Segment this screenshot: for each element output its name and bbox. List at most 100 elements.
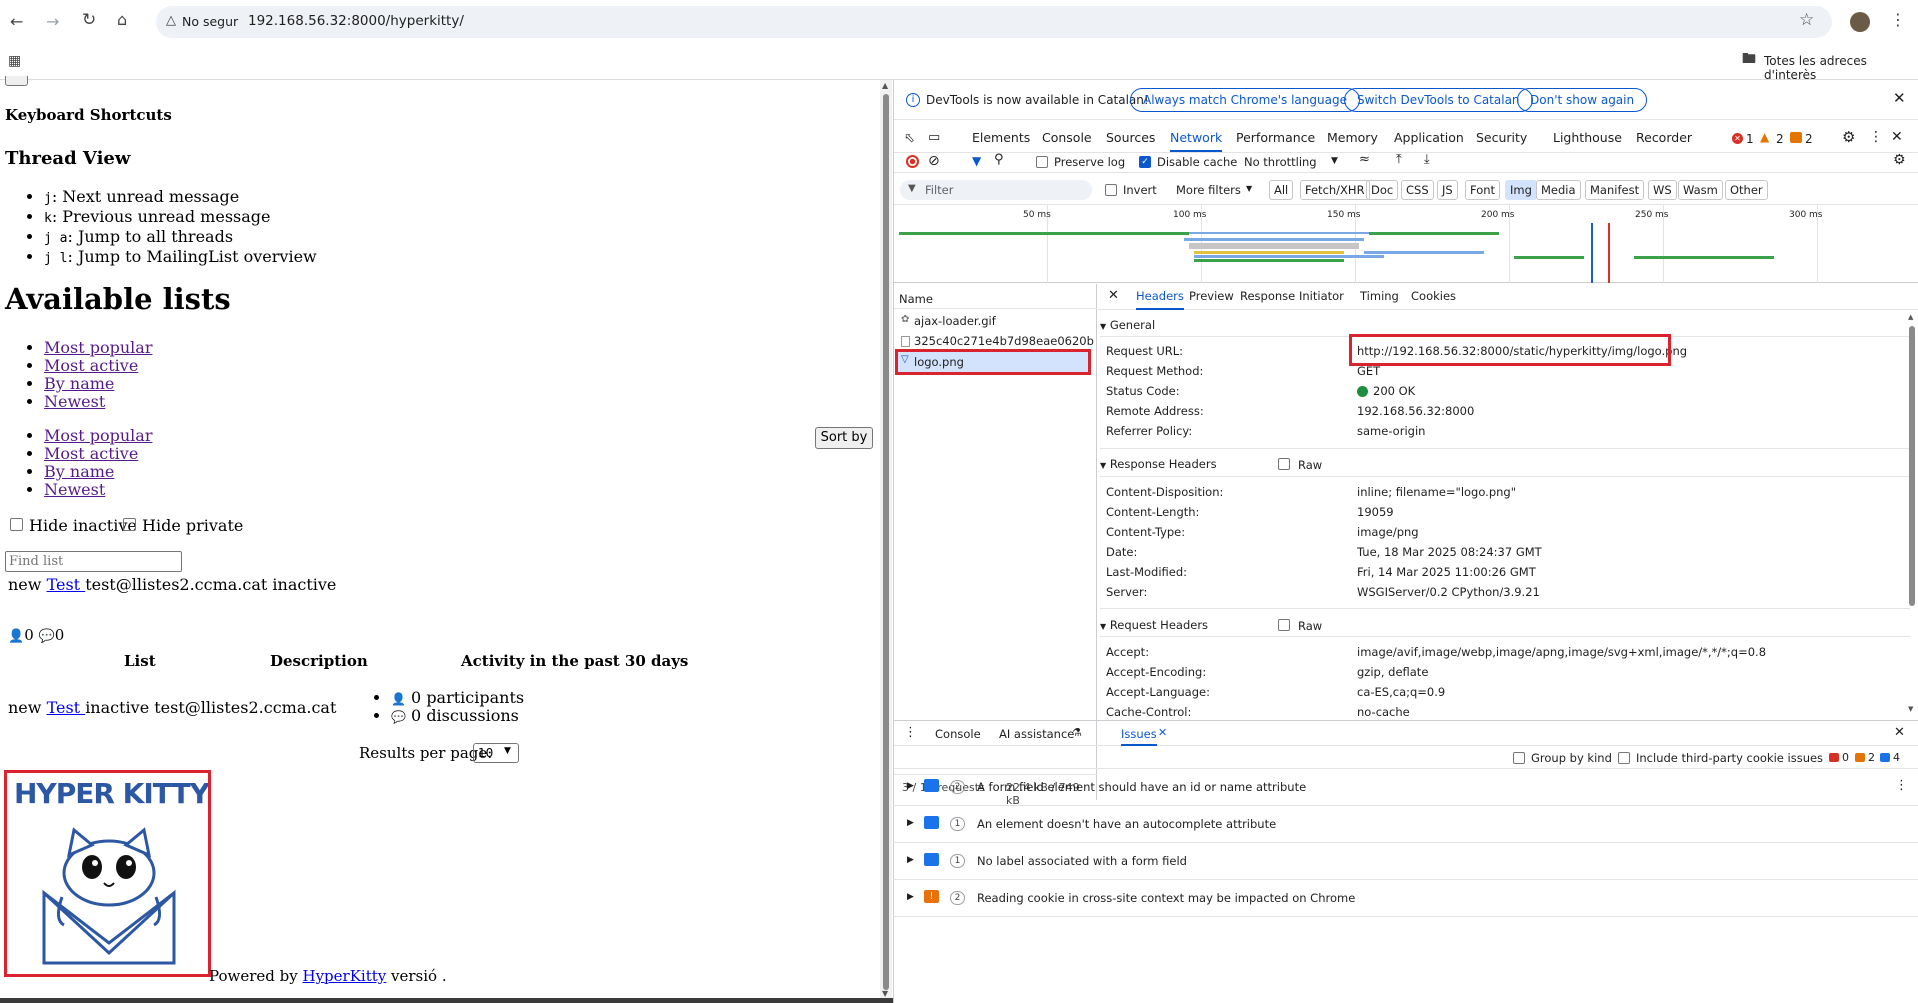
- filter-input[interactable]: ▼ Filter: [900, 180, 1092, 200]
- close-drawer-icon[interactable]: ✕: [1894, 726, 1905, 739]
- search-icon[interactable]: ⚲: [994, 153, 1004, 166]
- status-code-value[interactable]: 200 OK: [1373, 384, 1415, 398]
- group-by-kind-checkbox[interactable]: [1513, 752, 1525, 764]
- device-toolbar-icon[interactable]: ▭: [928, 131, 940, 144]
- group-by-kind-label[interactable]: Group by kind: [1531, 751, 1612, 765]
- tab-recorder[interactable]: Recorder: [1636, 124, 1692, 152]
- filter-type-manifest[interactable]: Manifest: [1585, 180, 1645, 200]
- third-party-checkbox[interactable]: [1618, 752, 1630, 764]
- tab-performance[interactable]: Performance: [1236, 124, 1315, 152]
- page-scroll-thumb[interactable]: [883, 94, 889, 990]
- download-icon[interactable]: ⤓: [1424, 153, 1430, 166]
- invert-label[interactable]: Invert: [1123, 183, 1157, 197]
- scroll-up-icon[interactable]: ▲: [1908, 314, 1913, 321]
- info-badge-icon[interactable]: [1790, 132, 1802, 143]
- request-row[interactable]: 325c40c271e4b7d98eae0620b...: [894, 331, 1097, 351]
- headers-scroll-thumb[interactable]: [1909, 326, 1915, 606]
- filter-type-font[interactable]: Font: [1465, 180, 1501, 200]
- hide-inactive-checkbox[interactable]: [10, 518, 23, 531]
- warning-badge-icon[interactable]: ▲: [1760, 131, 1769, 143]
- header-value[interactable]: no-cache: [1357, 705, 1410, 719]
- tab-timing[interactable]: Timing: [1360, 289, 1399, 303]
- sort-by-name-link[interactable]: By name: [44, 462, 114, 481]
- error-badge-icon[interactable]: ✕: [1732, 133, 1743, 144]
- results-per-page-select[interactable]: 10 ▼: [473, 743, 519, 763]
- inspect-icon[interactable]: ⬁: [904, 132, 915, 145]
- error-count[interactable]: 1: [1746, 132, 1754, 146]
- preserve-log-label[interactable]: Preserve log: [1054, 155, 1125, 169]
- reload-icon[interactable]: ↻: [82, 12, 96, 29]
- menu-icon[interactable]: ⋮: [1890, 12, 1906, 28]
- wifi-icon[interactable]: ≈: [1359, 153, 1370, 166]
- disable-cache-label[interactable]: Disable cache: [1157, 155, 1237, 169]
- close-devtools-icon[interactable]: ✕: [1891, 130, 1903, 144]
- avatar[interactable]: [1850, 12, 1870, 32]
- upload-icon[interactable]: ⤒: [1396, 153, 1402, 166]
- all-bookmarks-label[interactable]: Totes les adreces d'interès: [1764, 54, 1918, 82]
- close-icon[interactable]: ✕: [1108, 289, 1119, 302]
- drawer-menu-icon[interactable]: ⋮: [904, 726, 917, 739]
- back-icon[interactable]: ←: [10, 14, 23, 30]
- drawer-tab-console[interactable]: Console: [935, 727, 981, 741]
- match-language-button[interactable]: Always match Chrome's language: [1130, 88, 1360, 112]
- header-value[interactable]: inline; filename="logo.png": [1357, 485, 1516, 499]
- scroll-down-icon[interactable]: ▼: [882, 990, 888, 998]
- general-section-toggle[interactable]: ▼ General: [1100, 318, 1155, 332]
- hide-private-checkbox[interactable]: [123, 518, 136, 531]
- tab-console[interactable]: Console: [1042, 124, 1092, 152]
- tab-lighthouse[interactable]: Lighthouse: [1553, 124, 1622, 152]
- sort-most-popular-link[interactable]: Most popular: [44, 426, 152, 445]
- header-value[interactable]: WSGIServer/0.2 CPython/3.9.21: [1357, 585, 1540, 599]
- name-column-header[interactable]: Name: [899, 292, 933, 306]
- tab-response[interactable]: Response: [1240, 289, 1295, 303]
- issue-row[interactable]: ▶ ! 2 Reading cookie in cross-site conte…: [893, 881, 1918, 917]
- filter-type-doc[interactable]: Doc: [1366, 180, 1399, 200]
- sort-most-active-link[interactable]: Most active: [44, 356, 138, 375]
- invert-checkbox[interactable]: [1105, 184, 1117, 196]
- hide-inactive-label[interactable]: Hide inactive: [29, 516, 137, 535]
- drawer-tab-issues[interactable]: Issues: [1121, 727, 1157, 746]
- hide-private-label[interactable]: Hide private: [142, 516, 243, 535]
- list-link-test[interactable]: Test: [47, 575, 86, 594]
- tab-application[interactable]: Application: [1394, 124, 1464, 152]
- raw-label[interactable]: Raw: [1298, 619, 1322, 633]
- record-icon[interactable]: [906, 155, 919, 168]
- forward-icon[interactable]: →: [46, 14, 59, 30]
- header-value[interactable]: Fri, 14 Mar 2025 11:00:26 GMT: [1357, 565, 1536, 579]
- home-icon[interactable]: ⌂: [117, 12, 127, 28]
- header-value[interactable]: Tue, 18 Mar 2025 08:24:37 GMT: [1357, 545, 1542, 559]
- filter-icon[interactable]: ▼: [972, 155, 981, 167]
- info-count[interactable]: 2: [1805, 132, 1813, 146]
- filter-type-fetch-xhr[interactable]: Fetch/XHR: [1300, 180, 1370, 200]
- tab-initiator[interactable]: Initiator: [1299, 289, 1344, 303]
- sort-newest-link[interactable]: Newest: [44, 392, 105, 411]
- filter-type-media[interactable]: Media: [1536, 180, 1581, 200]
- filter-type-other[interactable]: Other: [1725, 180, 1768, 200]
- tab-memory[interactable]: Memory: [1327, 124, 1378, 152]
- filter-type-wasm[interactable]: Wasm: [1678, 180, 1723, 200]
- response-headers-toggle[interactable]: ▼ Response Headers: [1100, 457, 1217, 471]
- raw-label[interactable]: Raw: [1298, 458, 1322, 472]
- disable-cache-checkbox[interactable]: ✓: [1139, 156, 1151, 168]
- request-row[interactable]: ✿ ajax-loader.gif: [894, 311, 1097, 331]
- page-scrollbar[interactable]: ▲ ▼: [880, 80, 892, 1003]
- chevron-down-icon[interactable]: ▼: [1331, 157, 1338, 166]
- collapsed-button[interactable]: [5, 76, 28, 86]
- sort-by-button[interactable]: Sort by: [815, 427, 873, 449]
- header-value[interactable]: 19059: [1357, 505, 1394, 519]
- header-value[interactable]: image/avif,image/webp,image/apng,image/s…: [1357, 645, 1766, 659]
- headers-scrollbar[interactable]: ▲ ▼: [1906, 314, 1918, 716]
- sort-newest-link[interactable]: Newest: [44, 480, 105, 499]
- close-tab-icon[interactable]: ✕: [1158, 727, 1167, 738]
- header-value[interactable]: 192.168.56.32:8000: [1357, 404, 1474, 418]
- dont-show-button[interactable]: Don't show again: [1517, 88, 1648, 112]
- tab-sources[interactable]: Sources: [1106, 124, 1155, 152]
- warning-count[interactable]: 2: [1776, 132, 1784, 146]
- filter-type-css[interactable]: CSS: [1401, 180, 1434, 200]
- filter-type-all[interactable]: All: [1269, 180, 1294, 200]
- tab-elements[interactable]: Elements: [972, 124, 1030, 152]
- switch-language-button[interactable]: Switch DevTools to Catalan: [1344, 88, 1533, 112]
- tab-security[interactable]: Security: [1476, 124, 1527, 152]
- more-icon[interactable]: ⋮: [1869, 130, 1883, 144]
- clear-icon[interactable]: ⊘: [928, 154, 940, 168]
